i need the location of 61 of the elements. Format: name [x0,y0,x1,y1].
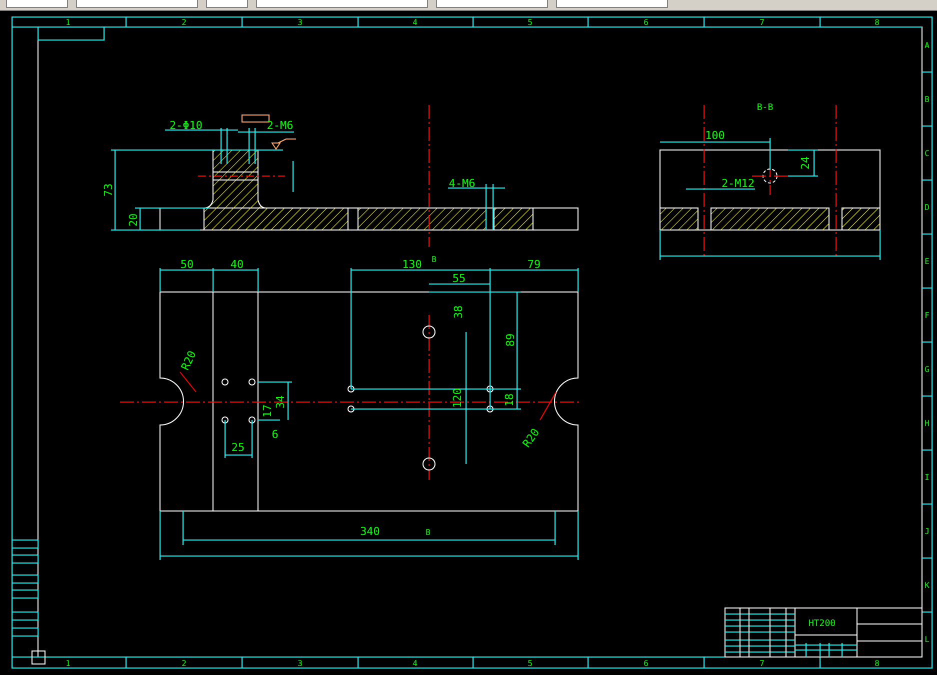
dimension-label: 40 [230,258,244,271]
dimension-label: 2-Φ10 [169,119,203,132]
zone-label: 8 [874,18,880,27]
zone-label: 5 [528,18,532,27]
dimension-label: 120 [451,388,464,408]
dimension-label: 17 [261,404,274,418]
dimension-label: 79 [527,258,541,271]
zone-label: F [924,311,930,320]
zone-label: D [924,203,930,212]
zone-label: B [924,95,930,104]
section-mark: B [426,528,430,537]
section-mark: B [432,255,436,264]
dropdown-field[interactable] [206,0,248,8]
zone-label: K [924,581,930,590]
zone-label: I [924,473,930,482]
dimension-label: 100 [705,129,725,142]
zone-label: L [924,635,930,644]
zone-label: 1 [66,659,70,668]
zone-label: E [924,257,930,266]
dimension-label: 340 [360,525,380,538]
zone-label: 6 [644,659,648,668]
zone-label: 3 [298,18,302,27]
dropdown-field[interactable] [6,0,68,8]
zone-label: 4 [412,18,418,27]
dimension-label: 18 [503,393,516,407]
section-title: B-B [756,103,774,113]
dimension-label: 50 [180,258,194,271]
dropdown-field[interactable] [436,0,548,8]
zone-label: J [924,527,930,536]
dimension-label: 20 [127,213,140,227]
dimension-label: 130 [402,258,422,271]
dimension-label: 73 [102,183,115,197]
zone-label: H [924,419,930,428]
dropdown-field[interactable] [256,0,428,8]
zone-label: 4 [412,659,418,668]
dimension-label: R20 [178,348,199,372]
dropdown-field[interactable] [556,0,668,8]
dimension-label: 55 [452,272,466,285]
dimension-label: 34 [274,395,287,409]
dimension-label: 25 [231,441,245,454]
zone-label: 2 [182,18,186,27]
zone-label: 1 [66,18,70,27]
zone-label: 3 [298,659,302,668]
dimension-label: 2-M6 [266,119,294,132]
zone-label: 6 [644,18,648,27]
dimension-label: 6 [272,428,278,441]
dimension-label: 24 [799,156,812,170]
zone-label: 8 [874,659,880,668]
dimension-label: 89 [504,333,517,347]
zone-label: 5 [528,659,532,668]
zone-label: A [924,41,930,50]
zone-label: 2 [182,659,186,668]
dropdown-field[interactable] [76,0,198,8]
material-label: HT200 [808,619,836,629]
zone-label: G [924,365,930,374]
dimension-label: 2-M12 [721,177,755,190]
zone-label: C [924,149,930,158]
dimension-label: 38 [452,305,465,319]
dimension-label: 4-M6 [448,177,476,190]
zone-label: 7 [760,659,764,668]
zone-label: 7 [760,18,764,27]
